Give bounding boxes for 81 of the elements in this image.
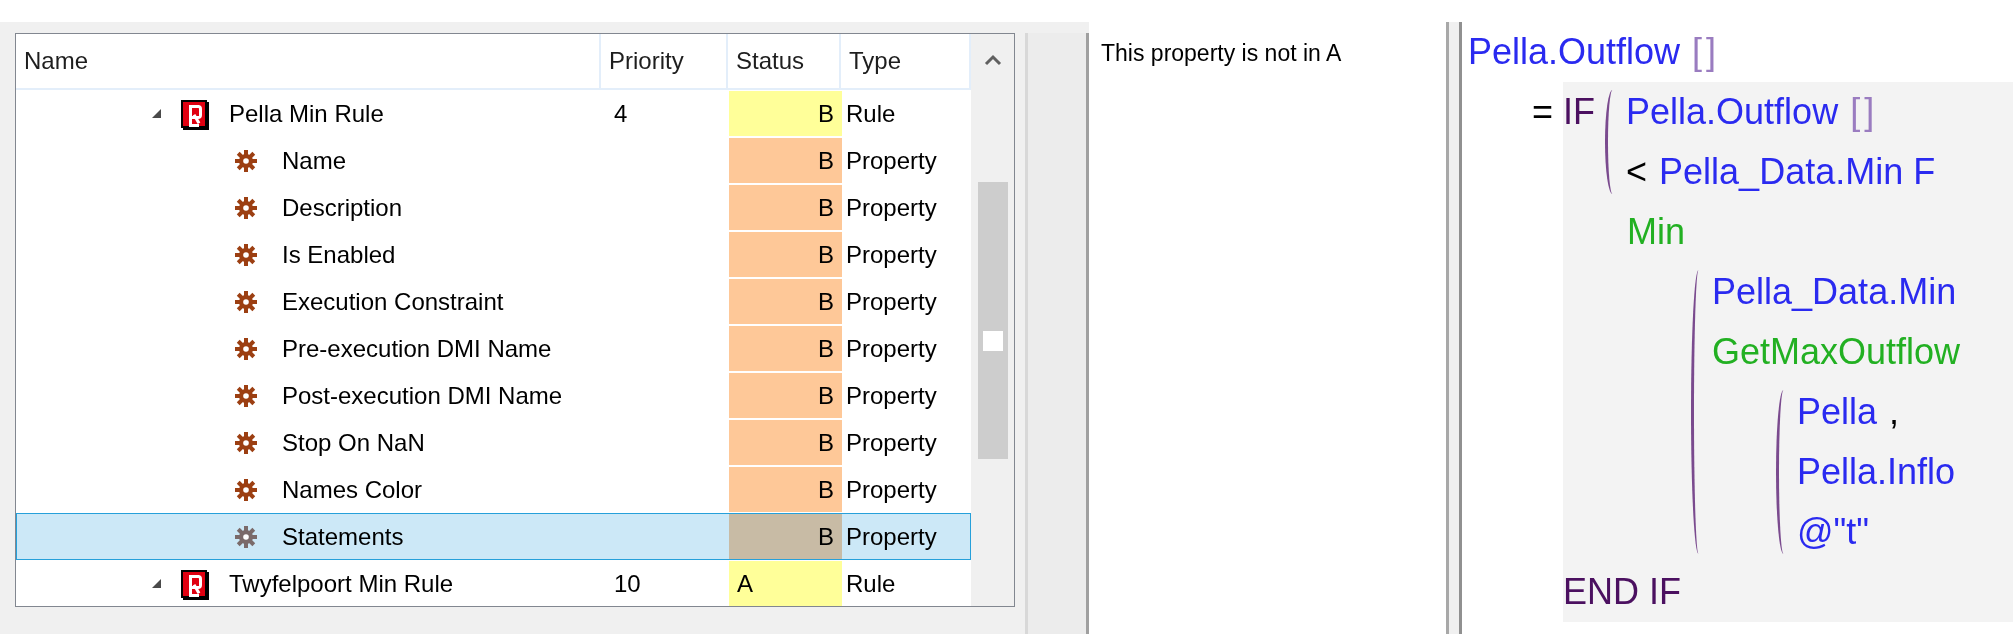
row-name: Names Color	[282, 475, 423, 504]
bracket: []	[1692, 31, 1721, 73]
keyword: END IF	[1563, 571, 1682, 613]
row-name: Stop On NaN	[282, 428, 425, 457]
grip-icon	[982, 330, 1003, 351]
status-cell: B	[729, 373, 842, 418]
tree-row[interactable]: Is Enabled B Property	[16, 231, 971, 278]
row-name: Statements	[282, 522, 404, 551]
type-value: Property	[846, 522, 937, 551]
status-cell: B	[729, 138, 842, 183]
type-value: Rule	[846, 99, 896, 128]
tree-row[interactable]: Description B Property	[16, 184, 971, 231]
column-header[interactable]: Name	[16, 34, 601, 88]
status-cell: B	[729, 91, 842, 136]
expander-icon[interactable]	[152, 109, 161, 118]
status-cell: B	[729, 420, 842, 465]
gear-icon	[234, 430, 258, 455]
identifier: Pella_Data.Min F	[1659, 151, 1936, 193]
gear-icon	[234, 289, 258, 314]
identifier: Pella.Outflow	[1626, 91, 1839, 133]
status-cell: B	[729, 232, 842, 277]
bracket: []	[1850, 91, 1879, 133]
gear-icon	[234, 195, 258, 220]
row-name: Name	[282, 146, 347, 175]
expander-icon[interactable]	[152, 579, 161, 588]
type-value: Property	[846, 475, 937, 504]
tree-row[interactable]: Twyfelpoort Min Rule 10 A Rule	[16, 560, 971, 606]
status-cell: B	[729, 185, 842, 230]
status-cell: B	[729, 514, 842, 559]
function-name: GetMaxOutflow	[1712, 331, 1961, 373]
scroll-up-icon[interactable]	[983, 54, 1002, 66]
type-value: Property	[846, 334, 937, 363]
type-value: Property	[846, 287, 937, 316]
type-value: Property	[846, 240, 937, 269]
vertical-scrollbar[interactable]	[971, 34, 1014, 606]
keyword: IF	[1563, 91, 1596, 133]
gear-icon	[234, 477, 258, 502]
identifier: Pella	[1797, 391, 1878, 433]
identifier: Pella_Data.Min	[1712, 271, 1957, 313]
row-name: Pella Min Rule	[229, 99, 384, 128]
description-text: This property is not in A	[1101, 40, 1342, 66]
identifier: Pella.Outflow	[1468, 31, 1681, 73]
operator: ,	[1889, 391, 1900, 433]
tree-row[interactable]: Execution Constraint B Property	[16, 278, 971, 325]
gear-icon	[234, 148, 258, 173]
status-cell: B	[729, 326, 842, 371]
status-cell: A	[729, 561, 842, 606]
row-name: Twyfelpoort Min Rule	[229, 569, 454, 598]
row-name: Is Enabled	[282, 240, 396, 269]
column-header[interactable]: Priority	[601, 34, 728, 88]
tree-row[interactable]: Pella Min Rule 4 B Rule	[16, 90, 971, 137]
type-value: Property	[846, 381, 937, 410]
tree-row[interactable]: Stop On NaN B Property	[16, 419, 971, 466]
column-header[interactable]: Status	[728, 34, 841, 88]
type-value: Property	[846, 193, 937, 222]
string-literal: @"t"	[1797, 511, 1870, 553]
gear-icon	[234, 524, 258, 549]
operator: =	[1532, 91, 1554, 133]
priority-value: 4	[614, 99, 628, 128]
row-name: Execution Constraint	[282, 287, 504, 316]
function-name: Min	[1627, 211, 1686, 253]
tree-row[interactable]: Name B Property	[16, 137, 971, 184]
gear-icon	[234, 383, 258, 408]
row-name: Description	[282, 193, 403, 222]
type-value: Property	[846, 146, 937, 175]
scrollbar-thumb[interactable]	[977, 182, 1008, 459]
status-cell: B	[729, 467, 842, 512]
tree-row[interactable]: Names Color B Property	[16, 466, 971, 513]
type-value: Rule	[846, 569, 896, 598]
operator: <	[1626, 151, 1648, 193]
type-value: Property	[846, 428, 937, 457]
tree-row[interactable]: Statements B Property	[16, 513, 971, 560]
tree-row[interactable]: Post-execution DMI Name B Property	[16, 372, 971, 419]
gear-icon	[234, 336, 258, 361]
status-cell: B	[729, 279, 842, 324]
tree-row[interactable]: Pre-execution DMI Name B Property	[16, 325, 971, 372]
gear-icon	[234, 242, 258, 267]
priority-value: 10	[614, 569, 641, 598]
row-name: Post-execution DMI Name	[282, 381, 563, 410]
row-name: Pre-execution DMI Name	[282, 334, 552, 363]
identifier: Pella.Inflo	[1797, 451, 1956, 493]
